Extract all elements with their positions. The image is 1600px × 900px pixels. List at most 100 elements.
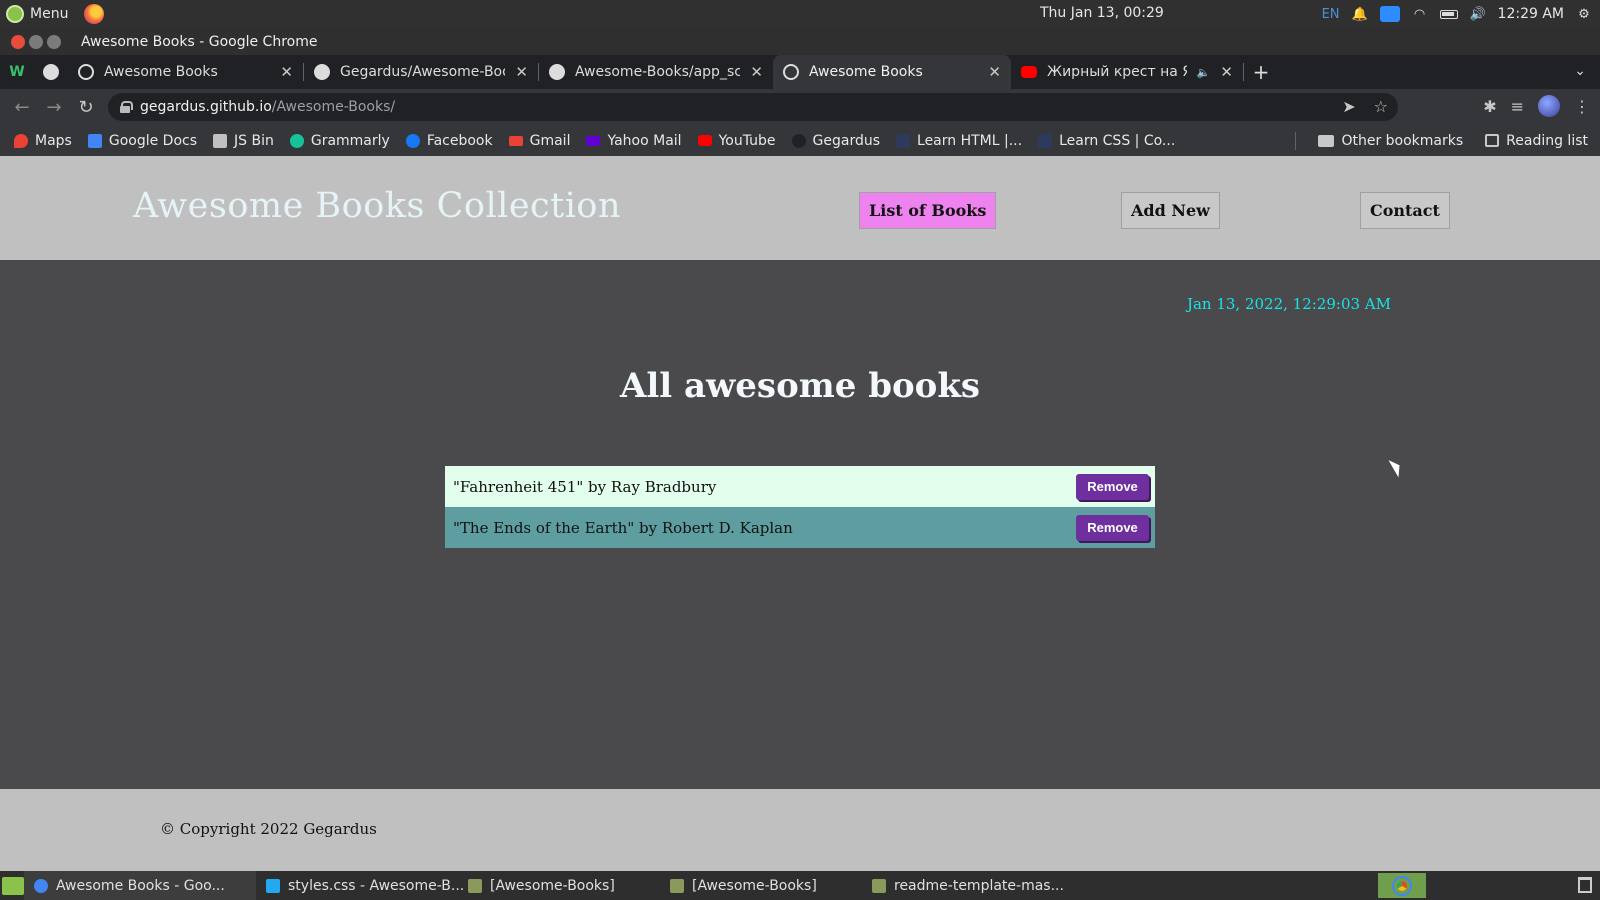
tab-close-icon[interactable]: ✕	[1220, 63, 1233, 81]
new-tab-button[interactable]: +	[1244, 55, 1278, 89]
window-titlebar: Awesome Books - Google Chrome	[0, 28, 1600, 55]
os-clock-center[interactable]: Thu Jan 13, 00:29	[1040, 5, 1164, 21]
bookmark-learn-css[interactable]: Learn CSS | Co...	[1038, 133, 1175, 149]
browser-menu-icon[interactable]: ⋮	[1574, 97, 1590, 116]
os-menu-button[interactable]: Menu	[0, 4, 105, 24]
yahoo-mail-icon	[586, 135, 601, 146]
trash-icon[interactable]	[1578, 877, 1592, 893]
back-arrow-icon[interactable]: ←	[6, 97, 38, 118]
bell-icon[interactable]: 🔔	[1351, 7, 1367, 22]
taskbar-item-chrome[interactable]: Awesome Books - Goo...	[24, 871, 256, 900]
taskbar-item-folder[interactable]: [Awesome-Books]	[660, 871, 862, 900]
chrome-icon	[34, 878, 48, 893]
os-clock-right[interactable]: 12:29 AM	[1498, 6, 1564, 22]
folder-icon	[1318, 134, 1335, 147]
window-close-button[interactable]	[11, 34, 25, 49]
bookmark-grammarly[interactable]: Grammarly	[289, 132, 390, 149]
bookmark-gmail[interactable]: Gmail	[508, 132, 571, 149]
github-favicon-icon	[43, 64, 59, 80]
nav-list-of-books[interactable]: List of Books	[859, 192, 997, 229]
os-menu-label: Menu	[30, 6, 69, 22]
bookmark-label: Gmail	[529, 132, 571, 149]
globe-favicon-icon	[78, 64, 94, 80]
mint-logo-icon	[6, 5, 24, 23]
w-favicon-icon: W	[9, 64, 25, 80]
site-brand[interactable]: Awesome Books Collection	[133, 186, 621, 226]
firefox-icon[interactable]	[84, 4, 105, 24]
tab-label: Awesome-Books/app_scr	[575, 64, 741, 80]
profile-avatar[interactable]	[1538, 95, 1560, 117]
zoom-icon[interactable]	[1379, 6, 1400, 22]
media-queue-icon[interactable]: ≡	[1511, 97, 1524, 116]
reload-icon[interactable]: ↻	[70, 97, 102, 118]
remove-book-button[interactable]: Remove	[1076, 514, 1149, 541]
bookmark-gegardus[interactable]: Gegardus	[791, 133, 880, 149]
reading-list-label: Reading list	[1506, 132, 1588, 149]
bookmark-js-bin[interactable]: JS Bin	[213, 133, 274, 149]
book-row: "The Ends of the Earth" by Robert D. Kap…	[445, 507, 1155, 548]
bookmark-maps[interactable]: Maps	[14, 133, 72, 149]
nav-contact[interactable]: Contact	[1360, 192, 1450, 229]
tab-github-repo[interactable]: Gegardus/Awesome-Boo ✕	[304, 55, 538, 89]
address-bar[interactable]: gegardus.github.io/Awesome-Books/ ➤ ☆	[108, 93, 1398, 121]
bookmark-facebook[interactable]: Facebook	[405, 132, 493, 149]
vscode-icon	[266, 878, 280, 893]
folder-icon	[468, 878, 482, 893]
bookmark-label: YouTube	[718, 132, 776, 149]
tab-github-app[interactable]: Awesome-Books/app_scr ✕	[539, 55, 773, 89]
window-maximize-button[interactable]	[47, 34, 61, 49]
nav-add-new[interactable]: Add New	[1121, 192, 1220, 229]
taskbar-item-label: styles.css - Awesome-B...	[288, 877, 465, 894]
url-host: gegardus.github.io	[140, 99, 272, 115]
wifi-icon[interactable]: ◠	[1412, 7, 1428, 22]
github-icon	[791, 133, 806, 148]
window-minimize-button[interactable]	[29, 34, 43, 49]
gmail-icon	[508, 135, 523, 146]
lock-icon[interactable]	[120, 101, 133, 113]
tray-chrome-button[interactable]	[1378, 873, 1426, 898]
pinned-tab-w[interactable]: W	[0, 55, 34, 89]
bookmark-yahoo-mail[interactable]: Yahoo Mail	[586, 133, 682, 149]
book-list: "Fahrenheit 451" by Ray Bradbury Remove …	[445, 466, 1155, 548]
language-indicator[interactable]: EN	[1322, 7, 1340, 22]
send-icon[interactable]: ➤	[1342, 97, 1355, 116]
other-bookmarks[interactable]: Other bookmarks	[1318, 133, 1463, 149]
site-footer: © Copyright 2022 Gegardus	[0, 789, 1600, 871]
tab-close-icon[interactable]: ✕	[988, 63, 1001, 81]
jsbin-icon	[213, 133, 227, 148]
volume-icon[interactable]: 🔊	[1469, 7, 1485, 22]
bookmark-label: Facebook	[426, 132, 493, 149]
bookmark-star-icon[interactable]: ☆	[1374, 97, 1388, 116]
bookmark-google-docs[interactable]: Google Docs	[87, 133, 197, 149]
tab-awesome-books-1[interactable]: Awesome Books ✕	[68, 55, 303, 89]
tab-close-icon[interactable]: ✕	[515, 63, 528, 81]
taskbar-item-vscode[interactable]: styles.css - Awesome-B...	[256, 871, 464, 900]
facebook-icon	[405, 133, 420, 148]
bookmark-label: Grammarly	[310, 132, 390, 149]
extensions-puzzle-icon[interactable]: ✱	[1483, 97, 1496, 116]
forward-arrow-icon[interactable]: →	[38, 97, 70, 118]
globe-favicon-icon	[783, 64, 799, 80]
speaker-icon[interactable]: 🔈	[1197, 66, 1211, 79]
os-taskbar: Awesome Books - Goo... styles.css - Awes…	[0, 871, 1600, 900]
bookmark-label: Maps	[35, 132, 72, 149]
site-header: Awesome Books Collection List of Books A…	[0, 156, 1600, 260]
show-desktop-icon[interactable]	[2, 876, 24, 895]
tab-close-icon[interactable]: ✕	[750, 63, 763, 81]
youtube-favicon-icon	[1021, 66, 1037, 78]
book-title-author: "The Ends of the Earth" by Robert D. Kap…	[453, 518, 793, 537]
tab-close-icon[interactable]: ✕	[280, 63, 293, 81]
bookmark-youtube[interactable]: YouTube	[697, 132, 776, 149]
tab-awesome-books-active[interactable]: Awesome Books ✕	[773, 55, 1011, 89]
tab-youtube[interactable]: Жирный крест на Ялт 🔈 ✕	[1011, 55, 1243, 89]
pinned-tab-github[interactable]	[34, 55, 68, 89]
remove-book-button[interactable]: Remove	[1076, 473, 1149, 500]
browser-toolbar: ← → ↻ gegardus.github.io/Awesome-Books/ …	[0, 89, 1600, 125]
tab-search-chevron-icon[interactable]: ⌄	[1574, 63, 1586, 79]
taskbar-item-folder[interactable]: readme-template-mas...	[862, 871, 1072, 900]
taskbar-item-folder[interactable]: [Awesome-Books]	[458, 871, 660, 900]
bookmark-learn-html[interactable]: Learn HTML |...	[896, 133, 1022, 149]
settings-gear-icon[interactable]: ⚙	[1576, 7, 1592, 22]
reading-list[interactable]: Reading list	[1485, 133, 1588, 149]
battery-icon[interactable]	[1439, 9, 1458, 19]
